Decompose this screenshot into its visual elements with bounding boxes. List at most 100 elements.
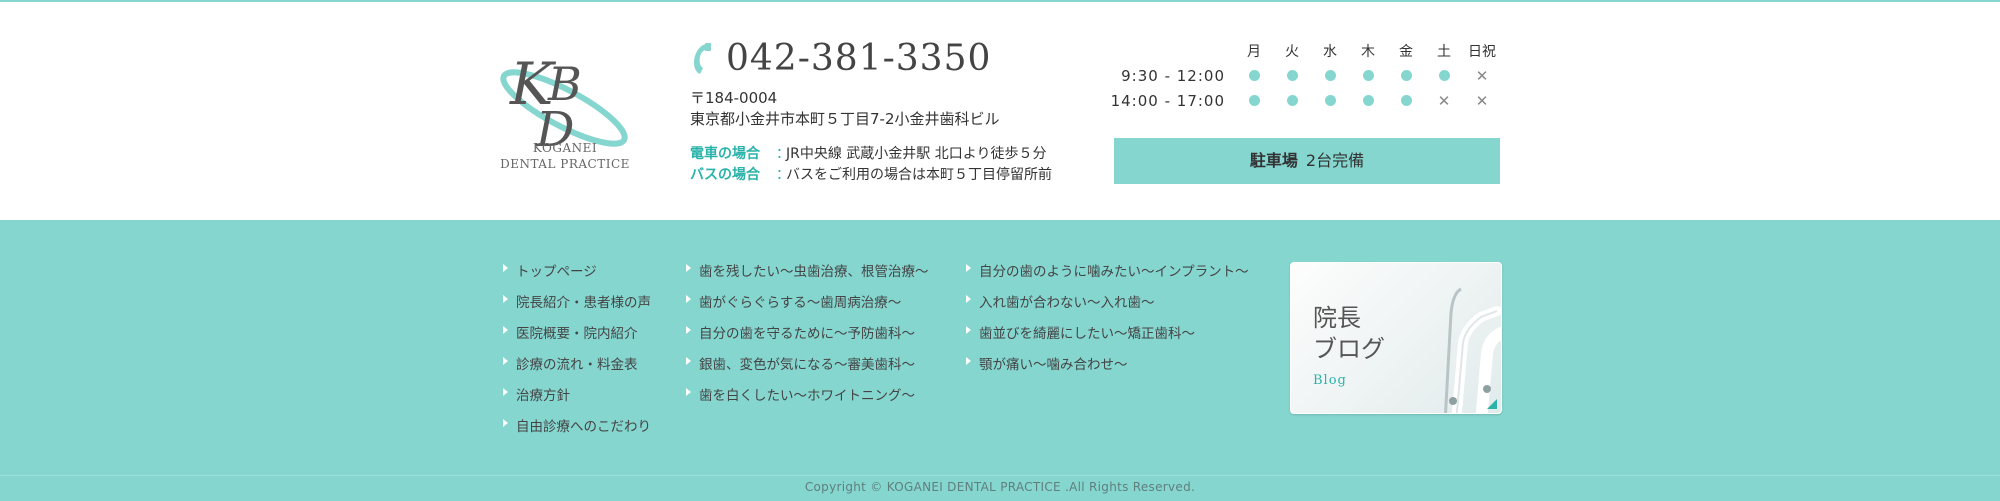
access-info: 電車の場合 ： JR中央線 武蔵小金井駅 北口より徒歩５分 バスの場合 ： バス… — [690, 144, 1052, 186]
schedule-cell: ✕ — [1425, 88, 1463, 113]
sitemap-link[interactable]: 顎が痛い～噛み合わせ～ — [966, 353, 1249, 384]
access-bus-label: バスの場合 — [690, 167, 760, 183]
open-dot-icon — [1248, 69, 1260, 81]
open-dot-icon — [1324, 94, 1336, 106]
schedule-cell — [1387, 88, 1425, 113]
bullet-arrow-icon — [966, 326, 971, 334]
sitemap-link-label: 診療の流れ・料金表 — [516, 357, 638, 373]
corner-arrow-icon — [1487, 399, 1497, 409]
bullet-arrow-icon — [966, 295, 971, 303]
open-dot-icon — [1400, 69, 1412, 81]
schedule-cell — [1387, 63, 1425, 88]
sitemap-link-label: 歯がぐらぐらする～歯周病治療～ — [699, 295, 902, 311]
bullet-arrow-icon — [966, 357, 971, 365]
sitemap-link-label: 顎が痛い～噛み合わせ～ — [979, 357, 1128, 373]
schedule-cell — [1235, 63, 1273, 88]
schedule-cell — [1349, 88, 1387, 113]
sitemap-link[interactable]: 自分の歯のように噛みたい～インプラント～ — [966, 260, 1249, 291]
bullet-arrow-icon — [503, 388, 508, 396]
sitemap-link[interactable]: 院長紹介・患者様の声 — [503, 291, 651, 322]
bullet-arrow-icon — [503, 357, 508, 365]
sitemap-link[interactable]: 歯を白くしたい～ホワイトニング～ — [686, 384, 929, 415]
dental-tools-image — [1444, 287, 1501, 413]
day-sat: 土 — [1437, 43, 1451, 60]
sitemap-link[interactable]: 自分の歯を守るために～予防歯科～ — [686, 322, 929, 353]
schedule-cell: ✕ — [1463, 63, 1501, 88]
postal-code: 〒184-0004 — [690, 89, 778, 107]
bullet-arrow-icon — [503, 419, 508, 427]
open-dot-icon — [1324, 69, 1336, 81]
schedule-row-morning: 9:30 - 12:00 ✕ — [1105, 63, 1501, 88]
schedule-cell — [1235, 88, 1273, 113]
schedule-cell: ✕ — [1463, 88, 1501, 113]
bullet-arrow-icon — [686, 264, 691, 272]
access-train-text: JR中央線 武蔵小金井駅 北口より徒歩５分 — [786, 146, 1047, 162]
blog-title-line2: ブログ — [1313, 335, 1385, 363]
sitemap-link[interactable]: 治療方針 — [503, 384, 651, 415]
sitemap-link-label: 入れ歯が合わない～入れ歯～ — [979, 295, 1155, 311]
sitemap-column-1: トップページ 院長紹介・患者様の声 医院概要・院内紹介 診療の流れ・料金表 治療… — [503, 260, 651, 446]
schedule-header-row: 月 火 水 木 金 土 日祝 — [1105, 38, 1501, 63]
director-blog-banner[interactable]: 院長 ブログ Blog — [1290, 262, 1502, 414]
bullet-arrow-icon — [966, 264, 971, 272]
parking-banner: 駐車場 2台完備 — [1114, 138, 1500, 184]
phone-number[interactable]: 042-381-3350 — [726, 38, 991, 79]
open-dot-icon — [1362, 94, 1374, 106]
open-dot-icon — [1286, 94, 1298, 106]
sitemap-link-label: 治療方針 — [516, 388, 570, 404]
bullet-arrow-icon — [503, 326, 508, 334]
blog-title-line1: 院長 — [1313, 304, 1361, 332]
access-train-label: 電車の場合 — [690, 146, 760, 162]
closed-cross-icon: ✕ — [1437, 91, 1451, 110]
street-address: 東京都小金井市本町５丁目7-2小金井歯科ビル — [690, 110, 1000, 128]
blog-subtitle: Blog — [1313, 373, 1347, 388]
access-train-separator: ： — [776, 146, 790, 162]
sitemap-link-label: 銀歯、変色が気になる～審美歯科～ — [699, 357, 915, 373]
phone-icon — [694, 42, 711, 74]
day-fri: 金 — [1399, 43, 1413, 60]
sitemap-link[interactable]: 自由診療へのこだわり — [503, 415, 651, 446]
sitemap-link-label: 歯を残したい～虫歯治療、根管治療～ — [699, 264, 929, 280]
sitemap-link[interactable]: 診療の流れ・料金表 — [503, 353, 651, 384]
day-tue: 火 — [1285, 43, 1299, 60]
access-bus: バスの場合 ： バスをご利用の場合は本町５丁目停留所前 — [690, 165, 1052, 186]
schedule-cell — [1311, 88, 1349, 113]
bullet-arrow-icon — [503, 264, 508, 272]
sitemap-link-label: 自由診療へのこだわり — [516, 419, 651, 435]
schedule-cell — [1311, 63, 1349, 88]
sitemap-link[interactable]: 銀歯、変色が気になる～審美歯科～ — [686, 353, 929, 384]
schedule-cell — [1425, 63, 1463, 88]
sitemap-link-label: トップページ — [516, 264, 597, 280]
open-dot-icon — [1400, 94, 1412, 106]
sitemap-link[interactable]: トップページ — [503, 260, 651, 291]
bullet-arrow-icon — [686, 388, 691, 396]
sitemap-link[interactable]: 医院概要・院内紹介 — [503, 322, 651, 353]
sitemap-link-label: 自分の歯を守るために～予防歯科～ — [699, 326, 915, 342]
blog-title: 院長 ブログ — [1313, 303, 1385, 365]
bullet-arrow-icon — [686, 357, 691, 365]
schedule-table: 月 火 水 木 金 土 日祝 9:30 - 12:00 ✕ 14:00 - 17… — [1105, 38, 1505, 113]
open-dot-icon — [1438, 69, 1450, 81]
access-bus-text: バスをご利用の場合は本町５丁目停留所前 — [786, 167, 1052, 183]
schedule-cell — [1349, 63, 1387, 88]
sitemap-nav: トップページ 院長紹介・患者様の声 医院概要・院内紹介 診療の流れ・料金表 治療… — [0, 220, 2000, 475]
sitemap-column-3: 自分の歯のように噛みたい～インプラント～ 入れ歯が合わない～入れ歯～ 歯並びを綺… — [966, 260, 1249, 384]
footer-info-section: K B D KOGANEI DENTAL PRACTICE 042-381-33… — [0, 2, 2000, 220]
closed-cross-icon: ✕ — [1475, 91, 1489, 110]
schedule-row-afternoon: 14:00 - 17:00 ✕ ✕ — [1105, 88, 1501, 113]
access-bus-separator: ： — [776, 167, 790, 183]
schedule-time: 9:30 - 12:00 — [1121, 66, 1225, 85]
open-dot-icon — [1286, 69, 1298, 81]
open-dot-icon — [1248, 94, 1260, 106]
day-mon: 月 — [1247, 43, 1261, 60]
sitemap-link[interactable]: 歯がぐらぐらする～歯周病治療～ — [686, 291, 929, 322]
sitemap-link[interactable]: 入れ歯が合わない～入れ歯～ — [966, 291, 1249, 322]
sitemap-link-label: 自分の歯のように噛みたい～インプラント～ — [979, 264, 1249, 280]
access-train: 電車の場合 ： JR中央線 武蔵小金井駅 北口より徒歩５分 — [690, 144, 1052, 165]
day-wed: 水 — [1323, 43, 1337, 60]
sitemap-link[interactable]: 歯を残したい～虫歯治療、根管治療～ — [686, 260, 929, 291]
sitemap-link[interactable]: 歯並びを綺麗にしたい～矯正歯科～ — [966, 322, 1249, 353]
closed-cross-icon: ✕ — [1475, 66, 1489, 85]
bullet-arrow-icon — [503, 295, 508, 303]
open-dot-icon — [1362, 69, 1374, 81]
